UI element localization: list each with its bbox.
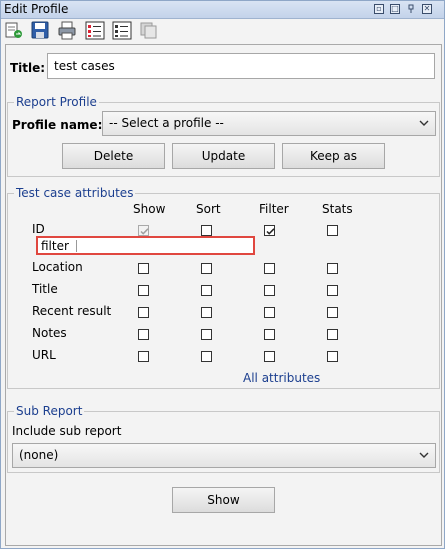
all-attributes-link[interactable]: All attributes	[243, 371, 320, 385]
print-icon[interactable]	[57, 21, 77, 40]
sort-checkbox[interactable]	[201, 307, 212, 318]
list-icon[interactable]	[112, 21, 132, 40]
show-button[interactable]: Show	[172, 487, 275, 513]
filter-checkbox[interactable]	[264, 263, 275, 274]
delete-button[interactable]: Delete	[62, 143, 165, 169]
filter-checkbox[interactable]	[264, 285, 275, 296]
update-button[interactable]: Update	[172, 143, 275, 169]
stats-checkbox[interactable]	[327, 351, 338, 362]
sort-checkbox[interactable]	[201, 285, 212, 296]
filter-checkbox[interactable]	[264, 225, 275, 236]
report-profile-legend: Report Profile	[16, 95, 97, 109]
column-header-show: Show	[133, 202, 166, 216]
edit-profile-window: Edit Profile ▫ □ ✕ Title: test cases Rep…	[0, 0, 445, 549]
attribute-label: Notes	[32, 326, 67, 340]
profile-name-label: Profile name:	[12, 118, 103, 132]
attribute-label: Title	[32, 282, 58, 296]
open-profile-icon[interactable]	[4, 21, 24, 40]
checklist-icon[interactable]	[85, 21, 105, 40]
stats-checkbox[interactable]	[327, 285, 338, 296]
test-case-attributes-group: Test case attributes	[7, 186, 440, 389]
sort-checkbox[interactable]	[201, 225, 212, 236]
sort-checkbox[interactable]	[201, 263, 212, 274]
column-header-sort: Sort	[196, 202, 221, 216]
chevron-down-icon	[419, 117, 429, 127]
filter-checkbox[interactable]	[264, 351, 275, 362]
show-checkbox[interactable]	[138, 307, 149, 318]
title-input[interactable]: test cases	[47, 53, 435, 79]
save-icon[interactable]	[30, 21, 50, 40]
profile-form: Title: test cases Report Profile Profile…	[5, 44, 442, 546]
sort-checkbox[interactable]	[201, 351, 212, 362]
filter-checkbox[interactable]	[264, 307, 275, 318]
attribute-label: Recent result	[32, 304, 112, 318]
sort-checkbox[interactable]	[201, 329, 212, 340]
toolbar	[1, 19, 444, 43]
stats-checkbox[interactable]	[327, 329, 338, 340]
title-label: Title:	[10, 61, 46, 75]
sub-report-select-value: (none)	[19, 448, 59, 462]
attribute-label: URL	[32, 348, 56, 362]
attribute-label: ID	[32, 222, 45, 236]
profile-select[interactable]: -- Select a profile --	[102, 111, 436, 136]
copy-icon[interactable]	[139, 21, 159, 40]
id-filter-input[interactable]: filter	[36, 236, 255, 255]
show-checkbox[interactable]	[138, 225, 149, 236]
id-filter-value: filter	[41, 239, 69, 253]
pin-icon[interactable]	[406, 4, 416, 14]
column-header-filter: Filter	[259, 202, 289, 216]
stats-checkbox[interactable]	[327, 263, 338, 274]
stats-checkbox[interactable]	[327, 307, 338, 318]
attribute-label: Location	[32, 260, 83, 274]
keep-as-button[interactable]: Keep as	[282, 143, 385, 169]
filter-checkbox[interactable]	[264, 329, 275, 340]
restore-icon[interactable]: ▫	[374, 4, 384, 14]
column-header-stats: Stats	[322, 202, 353, 216]
include-sub-report-label: Include sub report	[12, 424, 122, 438]
show-checkbox[interactable]	[138, 329, 149, 340]
stats-checkbox[interactable]	[327, 225, 338, 236]
maximize-icon[interactable]: □	[390, 4, 400, 14]
show-checkbox[interactable]	[138, 285, 149, 296]
show-checkbox[interactable]	[138, 263, 149, 274]
sub-report-select[interactable]: (none)	[12, 443, 436, 468]
test-case-attributes-legend: Test case attributes	[16, 186, 134, 200]
close-icon[interactable]: ✕	[422, 4, 432, 14]
window-title: Edit Profile	[4, 2, 69, 16]
text-cursor	[76, 240, 77, 252]
show-checkbox[interactable]	[138, 351, 149, 362]
profile-select-value: -- Select a profile --	[109, 116, 224, 130]
sub-report-legend: Sub Report	[16, 404, 83, 418]
title-bar: Edit Profile ▫ □ ✕	[1, 1, 444, 19]
chevron-down-icon	[419, 449, 429, 459]
